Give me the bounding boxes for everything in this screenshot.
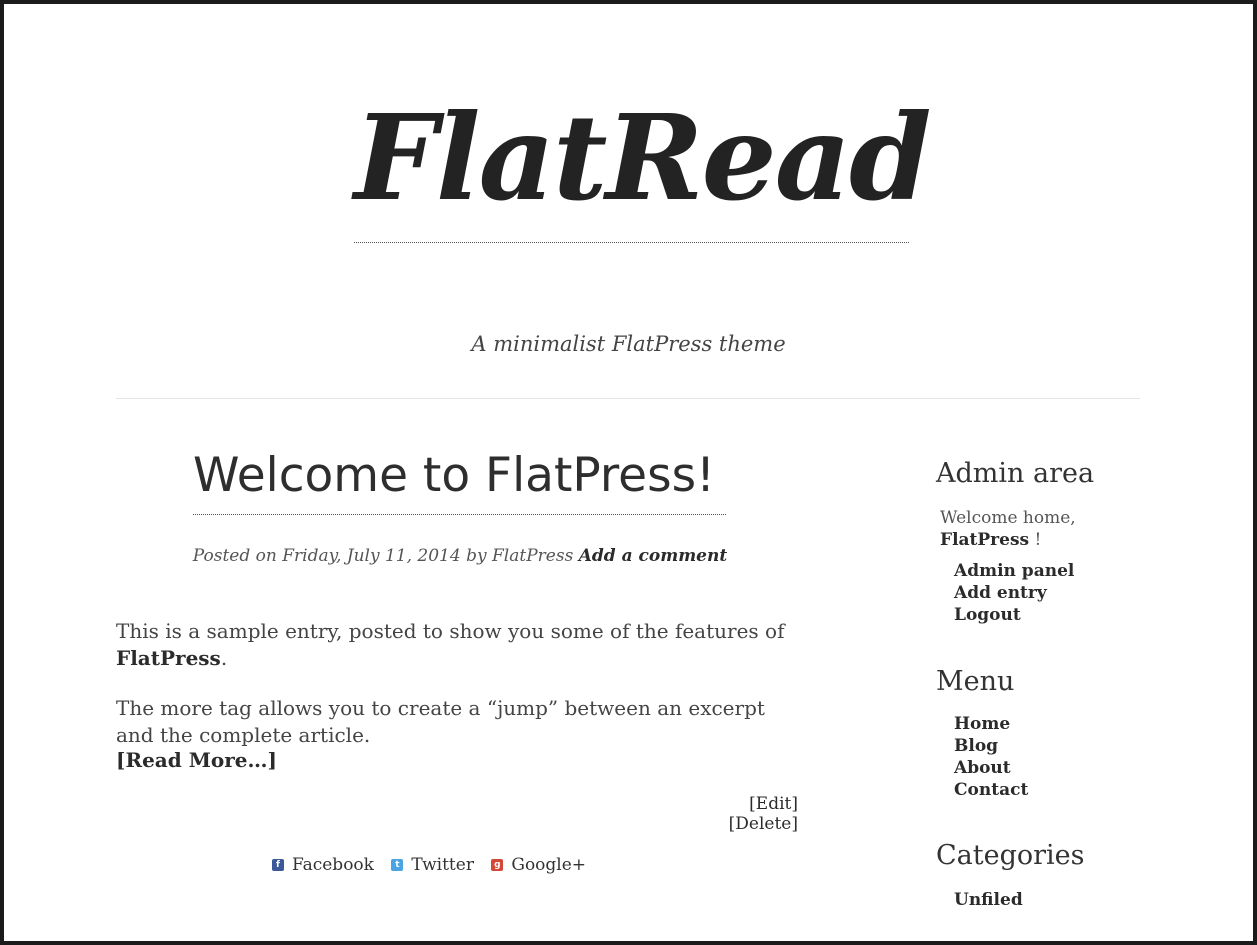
list-item: Unfiled	[954, 889, 1023, 911]
twitter-icon: t	[391, 859, 404, 871]
para1-strong: FlatPress	[116, 646, 221, 670]
category-unfiled-link[interactable]: Unfiled	[954, 890, 1023, 910]
para1-end: .	[220, 646, 228, 670]
welcome-end: !	[1029, 530, 1042, 550]
delete-link[interactable]: [Delete]	[729, 814, 798, 834]
share-label: Twitter	[411, 855, 474, 875]
logout-link[interactable]: Logout	[954, 605, 1021, 625]
list-item: Contact	[954, 779, 1028, 801]
menu-about-link[interactable]: About	[954, 758, 1011, 778]
header-divider	[116, 398, 1140, 399]
edit-link[interactable]: [Edit]	[749, 794, 798, 814]
site-title: FlatRead	[354, 88, 932, 227]
share-twitter-link[interactable]: t Twitter	[391, 855, 474, 875]
share-bar: f Facebook t Twitter g Google+	[116, 852, 742, 875]
list-item: Blog	[954, 735, 1028, 757]
list-item: About	[954, 757, 1028, 779]
share-label: Facebook	[291, 855, 374, 875]
admin-panel-link[interactable]: Admin panel	[954, 561, 1074, 581]
admin-area-heading: Admin area	[936, 458, 1095, 489]
list-item: Home	[954, 713, 1028, 735]
add-entry-link[interactable]: Add entry	[954, 583, 1047, 603]
site-logo-link[interactable]: FlatRead	[354, 74, 932, 243]
menu-heading: Menu	[936, 666, 1015, 697]
entry-author: FlatPress	[492, 546, 574, 566]
list-item: Add entry	[954, 582, 1074, 604]
google-plus-icon: g	[491, 859, 504, 871]
menu-blog-link[interactable]: Blog	[954, 736, 998, 756]
para1-text: This is a sample entry, posted to show y…	[116, 619, 785, 643]
add-comment-link[interactable]: Add a comment	[579, 546, 728, 566]
site-tagline: A minimalist FlatPress theme	[471, 332, 786, 356]
categories-list: Unfiled	[954, 889, 1023, 911]
entry-meta: Posted on Friday, July 11, 2014 by FlatP…	[116, 546, 804, 566]
entry-paragraph-2: The more tag allows you to create a “jum…	[116, 696, 765, 747]
list-item: Logout	[954, 604, 1074, 626]
admin-links-list: Admin panel Add entry Logout	[954, 560, 1074, 626]
share-label: Google+	[511, 855, 587, 875]
read-more-link[interactable]: [Read More…]	[116, 748, 277, 772]
categories-heading: Categories	[936, 840, 1085, 871]
menu-links-list: Home Blog About Contact	[954, 713, 1028, 801]
facebook-icon: f	[271, 859, 284, 871]
entry-paragraph-1: This is a sample entry, posted to show y…	[116, 618, 806, 672]
share-facebook-link[interactable]: f Facebook	[271, 855, 374, 875]
welcome-text: Welcome home,	[940, 508, 1076, 528]
entry-admin-links: [Edit] [Delete]	[676, 794, 798, 834]
menu-contact-link[interactable]: Contact	[954, 780, 1028, 800]
welcome-message: Welcome home, FlatPress !	[940, 507, 1140, 551]
entry-title: Welcome to FlatPress!	[193, 444, 726, 515]
meta-prefix: Posted on	[192, 546, 277, 566]
entry-date: Friday, July 11, 2014	[282, 546, 461, 566]
list-item: Admin panel	[954, 560, 1074, 582]
welcome-user: FlatPress	[940, 530, 1030, 550]
share-google-plus-link[interactable]: g Google+	[491, 855, 586, 875]
meta-by: by	[466, 546, 487, 566]
menu-home-link[interactable]: Home	[954, 714, 1010, 734]
